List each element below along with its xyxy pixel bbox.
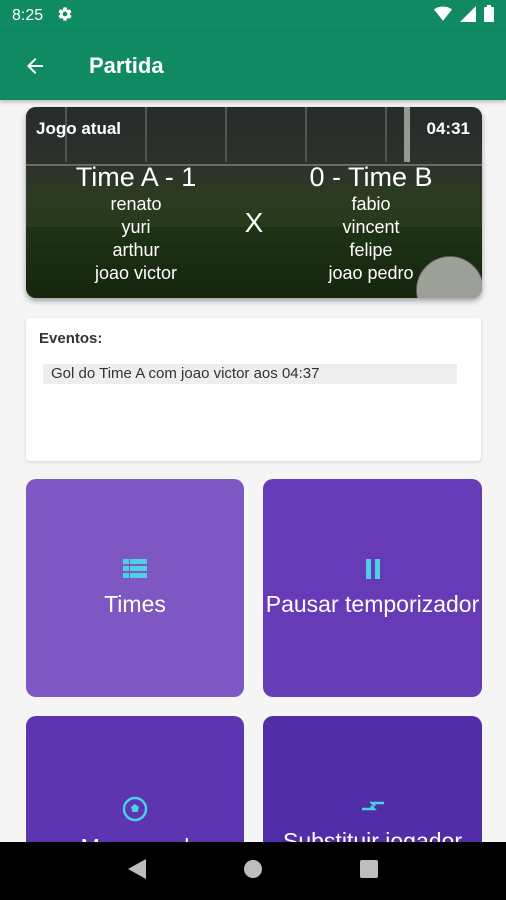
- square-recents-icon: [359, 859, 378, 878]
- pause-timer-button[interactable]: Pausar temporizador: [263, 479, 482, 697]
- team-b-player: joao pedro: [328, 263, 414, 283]
- battery-icon: [484, 5, 494, 27]
- team-b-player: fabio: [351, 194, 391, 214]
- wifi-icon: [434, 6, 452, 27]
- back-button[interactable]: [0, 32, 70, 100]
- team-b-player: felipe: [349, 240, 393, 260]
- settings-icon: [57, 6, 73, 27]
- team-a-player: renato: [110, 194, 162, 214]
- team-a-player: yuri: [121, 217, 151, 237]
- team-a-score: Time A - 1: [75, 162, 197, 192]
- versus-label: X: [244, 207, 264, 238]
- status-bar: 8:25: [0, 0, 506, 32]
- nav-recents-button[interactable]: [359, 859, 378, 883]
- app-bar: Partida: [0, 32, 506, 100]
- teams-button[interactable]: Times: [26, 479, 244, 697]
- triangle-back-icon: [128, 858, 147, 879]
- nav-back-button[interactable]: [128, 858, 147, 884]
- events-title: Eventos:: [39, 330, 103, 347]
- soccer-ball-icon: [122, 796, 148, 827]
- list-icon: [123, 558, 147, 584]
- pause-icon: [364, 558, 382, 584]
- match-clock: 04:31: [426, 119, 470, 138]
- swap-icon: [360, 796, 386, 821]
- status-time: 8:25: [12, 7, 44, 24]
- event-item[interactable]: Gol do Time A com joao victor aos 04:37: [43, 364, 457, 384]
- signal-icon: [460, 5, 476, 27]
- team-b-score: 0 - Time B: [309, 162, 433, 192]
- circle-home-icon: [243, 859, 262, 878]
- current-match-card: Jogo atual 04:31 Time A - 1 renato yuri …: [26, 107, 482, 298]
- pause-timer-label: Pausar temporizador: [265, 590, 480, 617]
- arrow-back-icon: [27, 58, 43, 74]
- team-a-player: arthur: [112, 240, 160, 260]
- system-nav-bar: [0, 842, 506, 900]
- match-label: Jogo atual: [36, 119, 122, 138]
- events-card: Eventos: Gol do Time A com joao victor a…: [26, 318, 481, 461]
- team-b: 0 - Time B fabio vincent felipe joao ped…: [276, 161, 466, 285]
- team-b-player: vincent: [342, 217, 400, 237]
- page-title: Partida: [89, 53, 164, 78]
- nav-home-button[interactable]: [243, 859, 263, 884]
- team-a-player: joao victor: [94, 263, 178, 283]
- teams-button-label: Times: [104, 590, 166, 617]
- team-a: Time A - 1 renato yuri arthur joao victo…: [41, 161, 231, 285]
